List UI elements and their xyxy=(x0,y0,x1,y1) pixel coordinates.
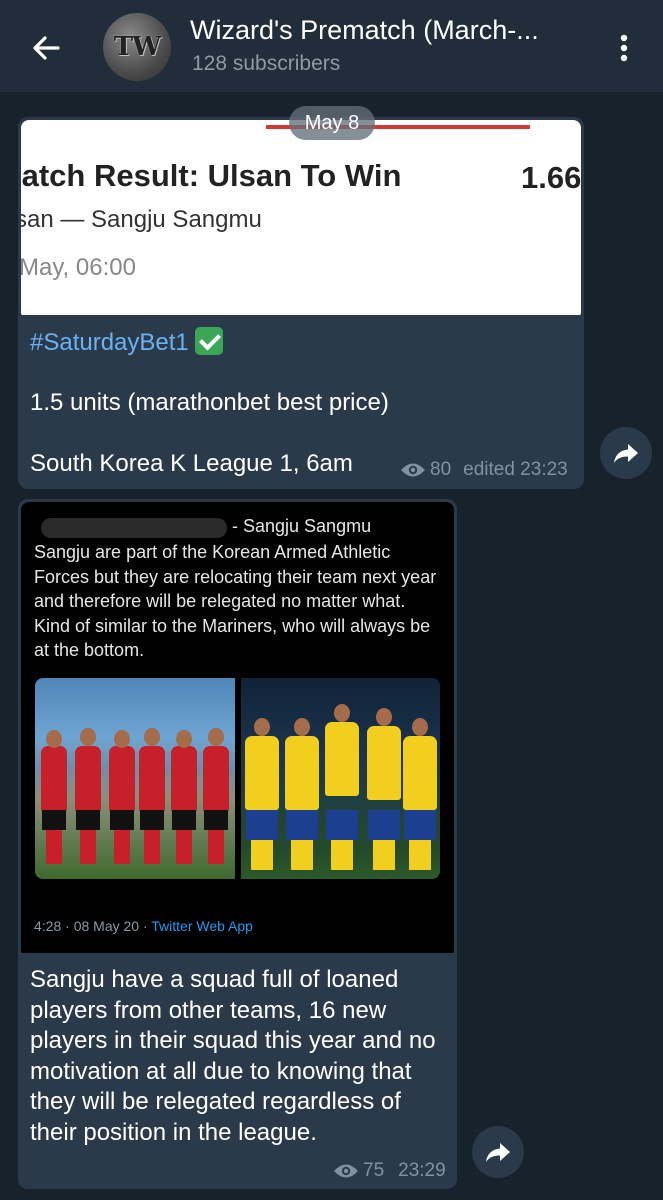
arrow-left-icon[interactable] xyxy=(26,28,66,68)
eye-icon xyxy=(334,1164,358,1178)
channel-title[interactable]: Wizard's Prematch (March-... xyxy=(190,15,539,46)
message-time: edited 23:23 xyxy=(463,459,568,480)
tweet-timestamp: 4:28 · 08 May 20 · xyxy=(34,918,152,934)
legs xyxy=(144,830,160,864)
bet-kickoff: May, 06:00 xyxy=(21,254,136,281)
shorts xyxy=(42,810,66,830)
shorts xyxy=(404,810,436,840)
player xyxy=(171,746,197,812)
view-count: 75 xyxy=(363,1160,385,1181)
player xyxy=(367,726,401,800)
legs xyxy=(409,840,431,870)
head xyxy=(412,718,428,736)
head xyxy=(254,718,270,736)
share-forward-icon xyxy=(486,1143,510,1162)
shorts xyxy=(76,810,100,830)
legs xyxy=(46,830,62,864)
player xyxy=(75,746,101,812)
shorts xyxy=(286,810,318,840)
legs xyxy=(331,840,353,870)
stake-text: 1.5 units (marathonbet best price) xyxy=(30,389,389,416)
message-meta: 75 23:29 xyxy=(333,1160,446,1182)
head xyxy=(176,730,192,748)
bet-match: san — Sangju Sangmu xyxy=(21,206,262,233)
tweet-body: Sangju are part of the Korean Armed Athl… xyxy=(34,542,437,660)
share-forward-icon xyxy=(614,444,638,463)
shorts xyxy=(110,810,134,830)
head xyxy=(46,730,62,748)
shorts xyxy=(172,810,196,830)
message-meta: 80 edited 23:23 xyxy=(400,459,568,481)
redacted-text xyxy=(41,518,227,538)
head xyxy=(376,708,392,726)
tweet-source[interactable]: Twitter Web App xyxy=(151,918,253,934)
shorts xyxy=(246,810,278,840)
head xyxy=(294,718,310,736)
bet-slip-image[interactable]: latch Result: Ulsan To Win 1.66 san — Sa… xyxy=(21,120,581,315)
date-pill: May 8 xyxy=(289,106,375,140)
view-count: 80 xyxy=(430,459,452,480)
eye-icon xyxy=(401,463,425,477)
tweet-header: - Sangju Sangmu xyxy=(232,516,372,536)
team-photo-sangju xyxy=(35,678,235,879)
bet-odds: 1.66 xyxy=(521,160,581,195)
shorts xyxy=(140,810,164,830)
legs xyxy=(373,840,395,870)
shorts xyxy=(204,810,228,830)
head xyxy=(114,730,130,748)
check-box-icon xyxy=(194,327,223,355)
message-time: 23:29 xyxy=(398,1160,446,1181)
player xyxy=(139,746,165,812)
forward-button[interactable] xyxy=(600,427,652,479)
tweet-screenshot[interactable]: - Sangju Sangmu Sangju are part of the K… xyxy=(21,502,454,953)
player xyxy=(245,736,279,810)
forward-button[interactable] xyxy=(472,1126,524,1178)
channel-avatar[interactable]: TW xyxy=(103,13,171,81)
legs xyxy=(291,840,313,870)
player xyxy=(203,746,229,812)
shorts xyxy=(368,810,400,840)
legs xyxy=(251,840,273,870)
message-bubble[interactable]: latch Result: Ulsan To Win 1.66 san — Sa… xyxy=(18,117,584,489)
player xyxy=(325,722,359,796)
league-text: South Korea K League 1, 6am xyxy=(30,450,353,477)
subscriber-count: 128 subscribers xyxy=(192,52,341,75)
legs xyxy=(208,830,224,864)
head xyxy=(334,704,350,722)
app-bar: TW Wizard's Prematch (March-... 128 subs… xyxy=(0,0,663,92)
legs xyxy=(80,830,96,864)
player xyxy=(109,746,135,812)
avatar-text: TW xyxy=(113,32,162,62)
shorts xyxy=(326,810,358,840)
legs xyxy=(176,830,192,864)
player xyxy=(41,746,67,812)
team-photo-mariners xyxy=(241,678,440,879)
hashtag-link[interactable]: #SaturdayBet1 xyxy=(30,329,189,356)
legs xyxy=(114,830,130,864)
head xyxy=(80,728,96,746)
tweet-footer: 4:28 · 08 May 20 · Twitter Web App xyxy=(34,918,253,934)
player xyxy=(285,736,319,810)
player xyxy=(403,736,437,810)
bet-market: latch Result: Ulsan To Win xyxy=(21,158,402,193)
more-vertical-icon[interactable] xyxy=(612,30,636,66)
head xyxy=(208,728,224,746)
hashtag-line: #SaturdayBet1 xyxy=(30,327,223,357)
message-text: Sangju have a squad full of loaned playe… xyxy=(30,966,436,1146)
head xyxy=(144,728,160,746)
message-bubble[interactable]: - Sangju Sangmu Sangju are part of the K… xyxy=(18,499,457,1189)
